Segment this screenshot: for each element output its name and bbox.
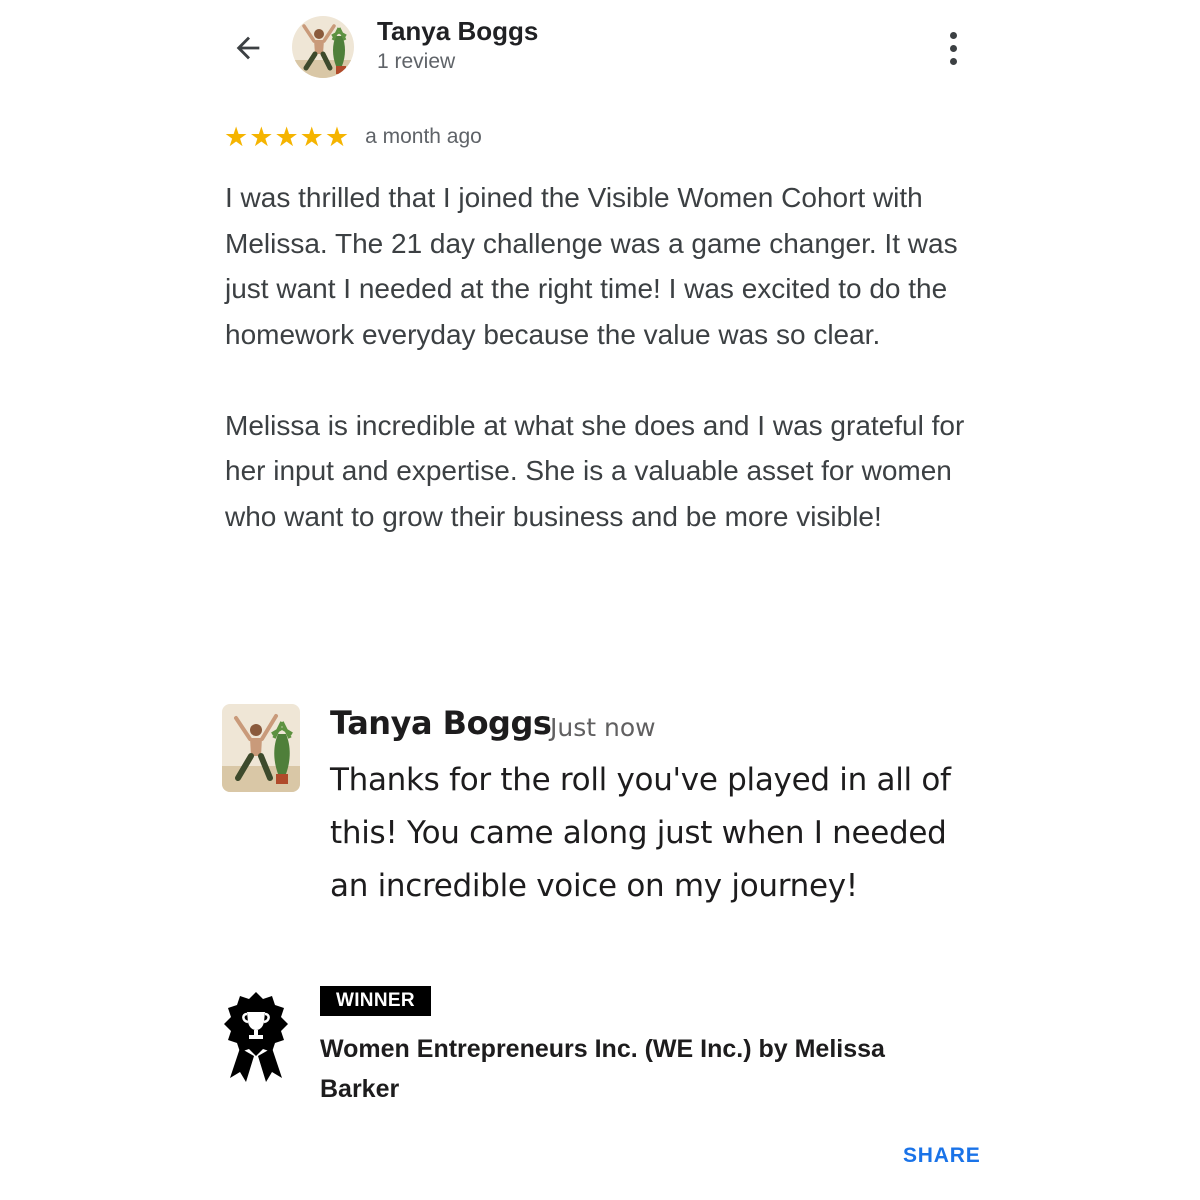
star-icon: ★ [324,121,350,152]
review-paragraph: I was thrilled that I joined the Visible… [225,182,958,350]
reply-timestamp: Just now [550,713,656,742]
star-icon: ★ [249,121,274,152]
reply-avatar[interactable] [222,704,300,792]
avatar-image [292,16,354,78]
award-business-name[interactable]: Women Entrepreneurs Inc. (WE Inc.) by Me… [320,1029,940,1109]
more-vertical-icon [949,31,957,39]
rating-row: ★ ★ ★ ★ ★ a month ago [224,120,482,154]
more-vertical-icon [949,44,957,52]
reply-message: Tanya Boggs Just now Thanks for the roll… [222,704,992,904]
star-icon: ★ [224,121,249,152]
more-vertical-icon [949,57,957,65]
review-count: 1 review [377,50,456,73]
winner-badge: WINNER [320,986,431,1016]
reviewer-avatar[interactable] [292,16,354,78]
review-time: a month ago [365,125,482,148]
reply-author[interactable]: Tanya Boggs [330,704,552,742]
reply-text: Thanks for the roll you've played in all… [330,762,951,904]
more-options-button[interactable] [934,26,972,70]
award-trophy-icon [220,990,292,1090]
star-rating: ★ ★ ★ ★ ★ [224,121,350,152]
star-icon: ★ [299,121,324,152]
avatar-image [222,704,300,792]
review-paragraph: Melissa is incredible at what she does a… [225,409,965,532]
reviewer-name[interactable]: Tanya Boggs [377,16,538,47]
review-header: Tanya Boggs 1 review [0,0,1200,100]
share-button[interactable]: SHARE [903,1144,981,1168]
star-icon: ★ [274,121,299,152]
arrow-back-icon [236,36,260,60]
review-body: I was thrilled that I joined the Visible… [225,175,985,585]
back-button[interactable] [226,26,270,70]
